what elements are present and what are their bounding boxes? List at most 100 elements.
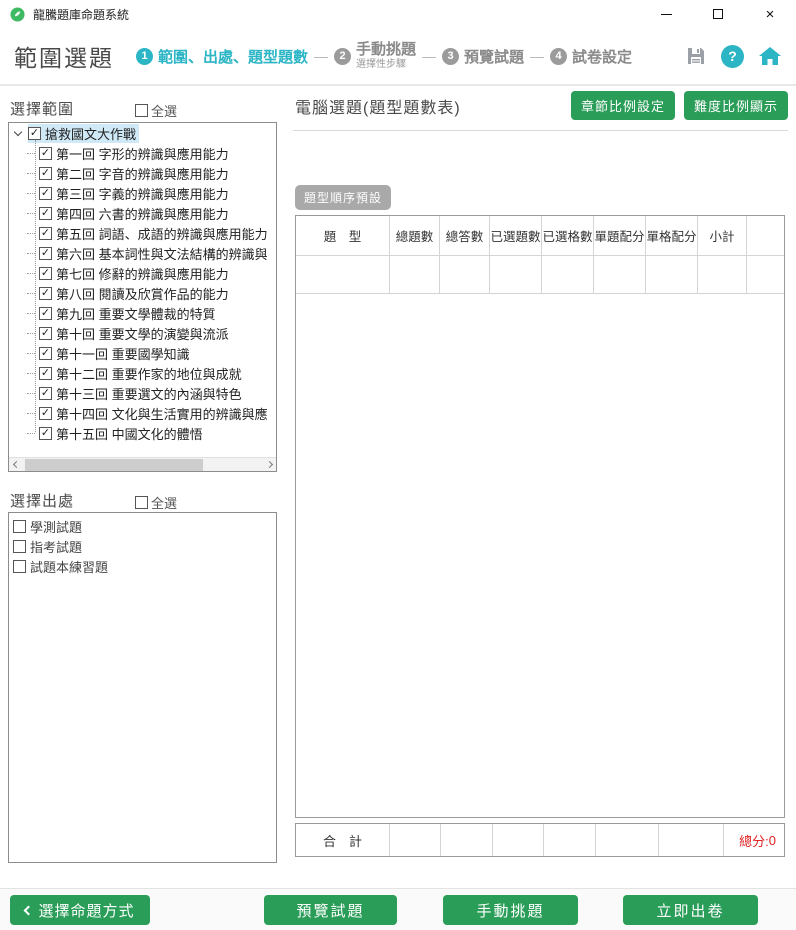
source-item[interactable]: 指考試題 bbox=[9, 536, 276, 556]
tree-item-checkbox[interactable] bbox=[39, 347, 52, 360]
tree-item[interactable]: 第二回 字音的辨識與應用能力 bbox=[9, 163, 276, 183]
table-cell-empty bbox=[296, 256, 390, 294]
source-item-checkbox[interactable] bbox=[13, 560, 26, 573]
tree-item[interactable]: 第八回 閱讀及欣賞作品的能力 bbox=[9, 283, 276, 303]
back-to-method-button[interactable]: 選擇命題方式 bbox=[10, 895, 150, 925]
tree-item[interactable]: 第三回 字義的辨識與應用能力 bbox=[9, 183, 276, 203]
source-item-checkbox[interactable] bbox=[13, 540, 26, 553]
tree-item-checkbox[interactable] bbox=[39, 187, 52, 200]
scroll-left-button[interactable] bbox=[9, 458, 23, 472]
step-2-badge: 2 bbox=[334, 48, 351, 65]
tree-item[interactable]: 第四回 六書的辨識與應用能力 bbox=[9, 203, 276, 223]
tree-item-checkbox[interactable] bbox=[39, 147, 52, 160]
step-2-label: 手動挑題 bbox=[356, 42, 416, 59]
table-cell-empty bbox=[390, 256, 440, 294]
tree-item[interactable]: 第十二回 重要作家的地位與成就 bbox=[9, 363, 276, 383]
tree-item-label: 第十四回 文化與生活實用的辨識與應 bbox=[56, 404, 268, 423]
tree-item-checkbox[interactable] bbox=[39, 207, 52, 220]
table-cell-empty bbox=[440, 256, 490, 294]
table-header-cell: 總答數 bbox=[440, 216, 490, 256]
tree-item-checkbox[interactable] bbox=[39, 387, 52, 400]
close-button[interactable]: × bbox=[744, 0, 796, 28]
totals-row: 合 計 總分:0 bbox=[296, 824, 784, 856]
wizard-steps: 1 範圍、出處、題型題數 — 2 手動挑題 選擇性步驟 — 3 預覽試題 — 4… bbox=[136, 42, 675, 70]
manual-pick-button[interactable]: 手動挑題 bbox=[443, 895, 578, 925]
totals-label: 合 計 bbox=[296, 824, 390, 856]
scrollbar-track[interactable] bbox=[23, 458, 262, 472]
maximize-button[interactable] bbox=[692, 0, 744, 28]
tree-item[interactable]: 第五回 詞語、成語的辨識與應用能力 bbox=[9, 223, 276, 243]
step-2-manual-pick[interactable]: 2 手動挑題 選擇性步驟 bbox=[334, 42, 416, 70]
chevron-left-icon bbox=[12, 461, 19, 468]
range-select-all[interactable]: 全選 bbox=[135, 101, 177, 120]
scrollbar-thumb[interactable] bbox=[25, 459, 203, 471]
tree-root-chapter[interactable]: 搶救國文大作戰 bbox=[9, 123, 276, 143]
step-4-badge: 4 bbox=[550, 48, 567, 65]
range-tree-box: 搶救國文大作戰 第一回 字形的辨識與應用能力 第二回 字音的辨識與應用能力 bbox=[8, 122, 277, 472]
source-item[interactable]: 試題本練習題 bbox=[9, 556, 276, 576]
chevron-down-icon[interactable] bbox=[14, 127, 22, 135]
save-button[interactable] bbox=[685, 45, 707, 67]
question-order-preset-button[interactable]: 題型順序預設 bbox=[295, 185, 391, 210]
step-3-preview[interactable]: 3 預覽試題 bbox=[442, 46, 524, 67]
tree-item-checkbox[interactable] bbox=[39, 287, 52, 300]
chapter-ratio-button[interactable]: 章節比例設定 bbox=[571, 91, 675, 120]
source-item-label: 指考試題 bbox=[30, 537, 82, 556]
tree-item[interactable]: 第十回 重要文學的演變與流派 bbox=[9, 323, 276, 343]
window-titlebar: 龍騰題庫命題系統 × bbox=[0, 0, 796, 28]
tree-root-checkbox[interactable] bbox=[28, 127, 41, 140]
tree-item[interactable]: 第十四回 文化與生活實用的辨識與應 bbox=[9, 403, 276, 423]
totals-cell-empty bbox=[390, 824, 441, 856]
range-select-all-checkbox[interactable] bbox=[135, 104, 148, 117]
chevron-right-icon bbox=[265, 461, 272, 468]
home-button[interactable] bbox=[758, 45, 782, 67]
source-select-all[interactable]: 全選 bbox=[135, 493, 177, 512]
tree-item-checkbox[interactable] bbox=[39, 427, 52, 440]
table-header-cell: 單格配分 bbox=[646, 216, 698, 256]
tree-item[interactable]: 第一回 字形的辨識與應用能力 bbox=[9, 143, 276, 163]
help-button[interactable]: ? bbox=[721, 45, 744, 68]
step-1-range[interactable]: 1 範圍、出處、題型題數 bbox=[136, 46, 308, 67]
tree-item[interactable]: 第七回 修辭的辨識與應用能力 bbox=[9, 263, 276, 283]
tree-item-checkbox[interactable] bbox=[39, 167, 52, 180]
source-item[interactable]: 學測試題 bbox=[9, 516, 276, 536]
tree-item-checkbox[interactable] bbox=[39, 327, 52, 340]
tree-item-checkbox[interactable] bbox=[39, 367, 52, 380]
step-4-paper-settings[interactable]: 4 試卷設定 bbox=[550, 46, 632, 67]
tree-item-checkbox[interactable] bbox=[39, 227, 52, 240]
step-3-badge: 3 bbox=[442, 48, 459, 65]
page-header: 範圍選題 1 範圍、出處、題型題數 — 2 手動挑題 選擇性步驟 — 3 預覽試… bbox=[0, 28, 796, 86]
tree-item[interactable]: 第十三回 重要選文的內涵與特色 bbox=[9, 383, 276, 403]
table-cell-empty bbox=[594, 256, 646, 294]
scroll-right-button[interactable] bbox=[262, 458, 276, 472]
tree-item-label: 第四回 六書的辨識與應用能力 bbox=[56, 204, 229, 223]
tree-item[interactable]: 第十五回 中國文化的體悟 bbox=[9, 423, 276, 443]
generate-paper-button[interactable]: 立即出卷 bbox=[623, 895, 758, 925]
question-type-table: 題 型 總題數 總答數 已選題數 已選格數 單題配分 單格配分 小計 bbox=[295, 215, 785, 818]
tree-item[interactable]: 第六回 基本詞性與文法結構的辨識與 bbox=[9, 243, 276, 263]
tree-item-label: 第六回 基本詞性與文法結構的辨識與 bbox=[56, 244, 268, 263]
tree-item-label: 第七回 修辭的辨識與應用能力 bbox=[56, 264, 229, 283]
preview-questions-button[interactable]: 預覽試題 bbox=[264, 895, 397, 925]
source-list-box: 學測試題 指考試題 試題本練習題 bbox=[8, 512, 277, 863]
tree-item-label: 第一回 字形的辨識與應用能力 bbox=[56, 144, 229, 163]
source-panel-title: 選擇出處 bbox=[10, 490, 74, 511]
tree-item-checkbox[interactable] bbox=[39, 307, 52, 320]
tree-item-label: 第十二回 重要作家的地位與成就 bbox=[56, 364, 242, 383]
table-cell-empty bbox=[747, 256, 784, 294]
minimize-button[interactable] bbox=[640, 0, 692, 28]
tree-item-checkbox[interactable] bbox=[39, 267, 52, 280]
tree-item-label: 第十一回 重要國學知識 bbox=[56, 344, 190, 363]
chevron-left-icon bbox=[24, 905, 34, 915]
tree-item[interactable]: 第九回 重要文學體裁的特質 bbox=[9, 303, 276, 323]
table-cell-empty bbox=[698, 256, 747, 294]
difficulty-ratio-button[interactable]: 難度比例顯示 bbox=[684, 91, 788, 120]
table-cell-empty bbox=[490, 256, 542, 294]
tree-item-checkbox[interactable] bbox=[39, 247, 52, 260]
totals-cell-empty bbox=[596, 824, 659, 856]
source-item-checkbox[interactable] bbox=[13, 520, 26, 533]
tree-item[interactable]: 第十一回 重要國學知識 bbox=[9, 343, 276, 363]
source-select-all-checkbox[interactable] bbox=[135, 496, 148, 509]
tree-item-checkbox[interactable] bbox=[39, 407, 52, 420]
horizontal-scrollbar[interactable] bbox=[9, 457, 276, 471]
